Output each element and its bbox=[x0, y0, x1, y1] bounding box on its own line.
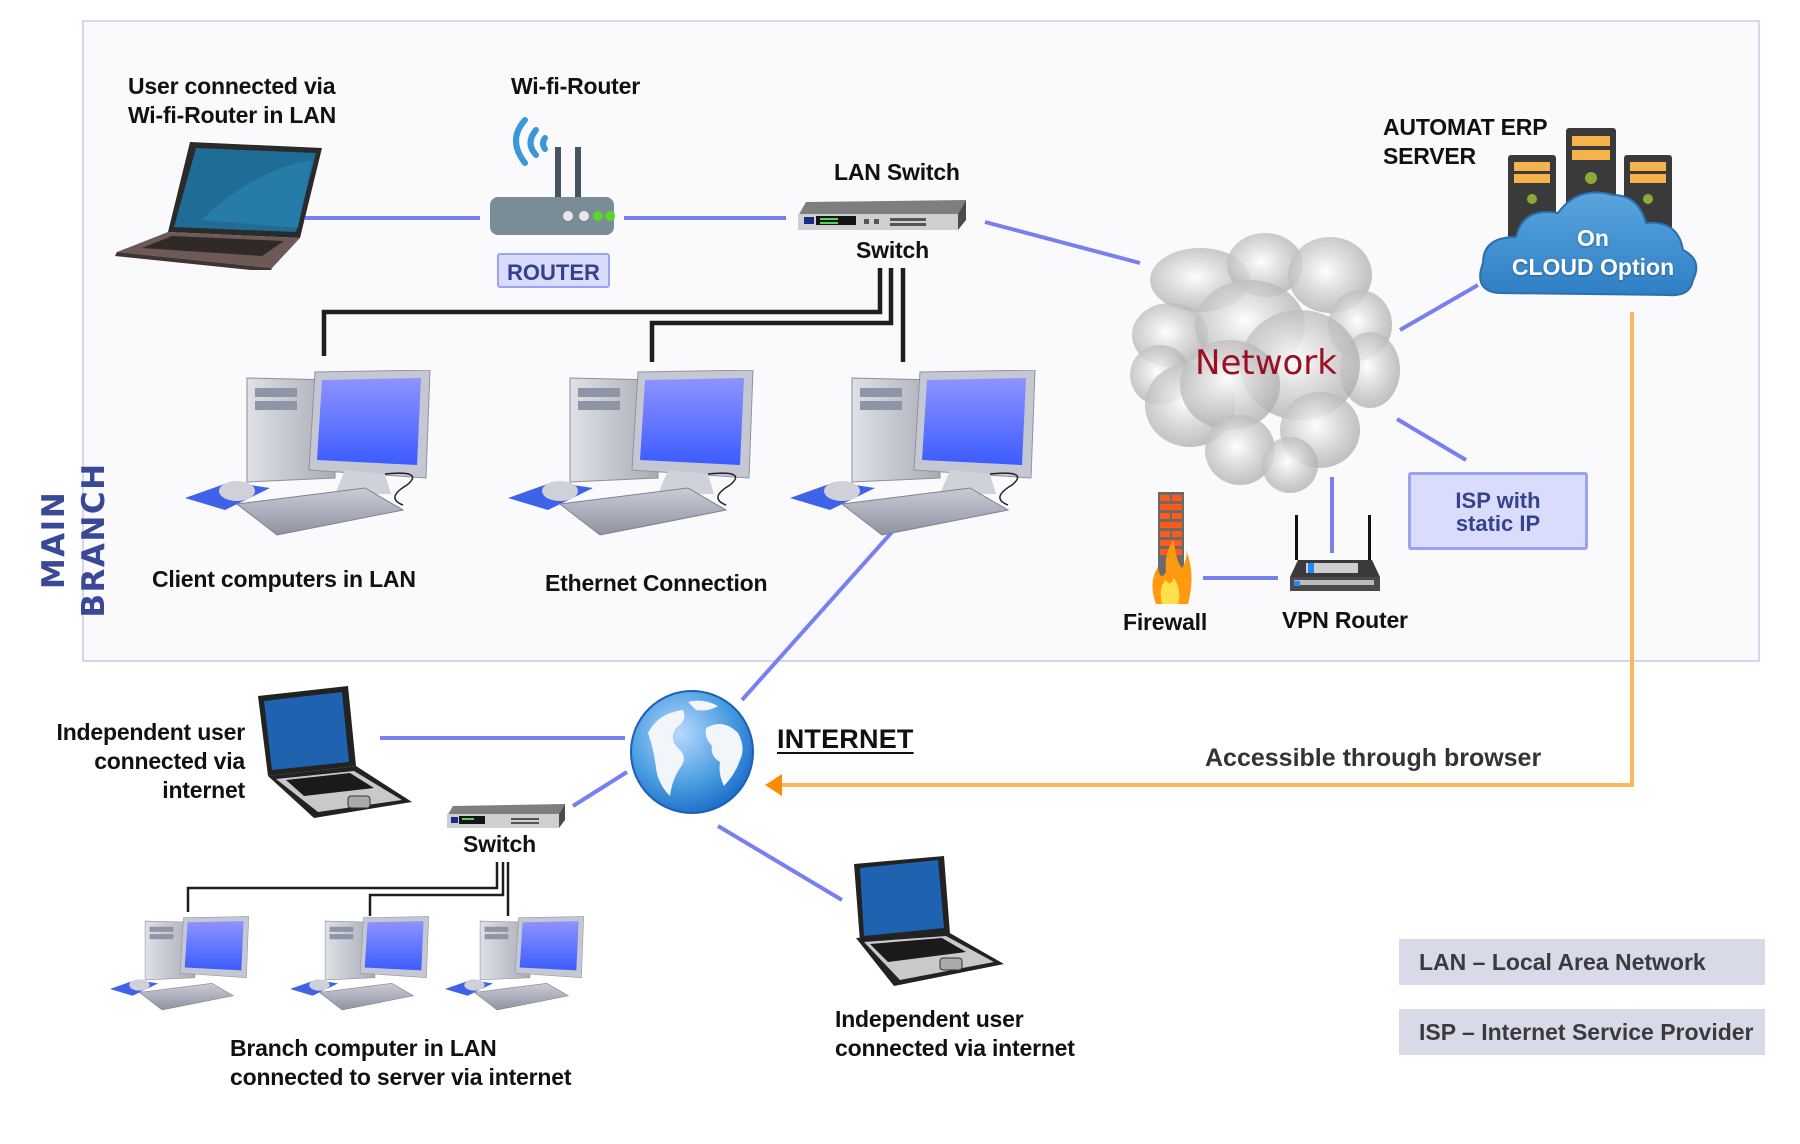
branch-computer-icon[interactable] bbox=[110, 915, 260, 1020]
browser-access-label: Accessible through browser bbox=[1205, 744, 1542, 772]
independent-user-left-line-2: connected via bbox=[94, 748, 245, 774]
switch-label: Switch bbox=[856, 237, 929, 263]
independent-laptop-icon[interactable] bbox=[256, 684, 414, 820]
internet-globe-icon[interactable] bbox=[628, 688, 756, 816]
independent-laptop-bottom-icon[interactable] bbox=[848, 852, 1008, 990]
lan-switch-label: LAN Switch bbox=[834, 159, 960, 185]
independent-user-bottom-line-1: Independent user bbox=[835, 1006, 1024, 1032]
branch-cables bbox=[186, 862, 510, 916]
independent-user-left-line-1: Independent user bbox=[56, 719, 246, 745]
cloud-option-label: On CLOUD Option bbox=[1478, 224, 1708, 282]
branch-label-line-1: Branch computer in LAN bbox=[230, 1035, 497, 1061]
lan-switch-icon[interactable] bbox=[796, 194, 968, 234]
branch-switch-icon[interactable] bbox=[447, 800, 567, 830]
independent-user-bottom-label: Independent user connected via internet bbox=[835, 1005, 1075, 1063]
link-switch-network bbox=[984, 220, 1141, 265]
firewall-icon[interactable] bbox=[1148, 492, 1193, 608]
branch-computer-icon[interactable] bbox=[445, 915, 595, 1020]
firewall-label: Firewall bbox=[1123, 609, 1208, 635]
cable-pc2 bbox=[649, 268, 894, 362]
branch-computers-label: Branch computer in LAN connected to serv… bbox=[230, 1034, 571, 1092]
independent-user-bottom-line-2: connected via internet bbox=[835, 1035, 1075, 1061]
browser-access-arrowhead bbox=[765, 774, 782, 796]
legend-isp: ISP – Internet Service Provider bbox=[1399, 1009, 1765, 1055]
laptop-user-label: User connected via Wi-fi-Router in LAN bbox=[128, 72, 336, 130]
client-computer-icon[interactable] bbox=[790, 370, 1055, 550]
client-computers-label: Client computers in LAN bbox=[152, 566, 416, 592]
cloud-label-line-2: CLOUD Option bbox=[1511, 254, 1675, 280]
branch-cable-1 bbox=[186, 862, 499, 912]
vpn-router-icon[interactable] bbox=[1286, 515, 1384, 595]
independent-user-left-line-3: internet bbox=[162, 777, 245, 803]
link-network-server bbox=[1399, 283, 1479, 332]
laptop-user-label-line-2: Wi-fi-Router in LAN bbox=[128, 102, 337, 128]
branch-switch-label: Switch bbox=[463, 831, 536, 857]
laptop-user-label-line-1: User connected via bbox=[128, 73, 336, 99]
wifi-router-icon[interactable] bbox=[485, 105, 620, 237]
erp-server-label-line-1: AUTOMAT ERP bbox=[1383, 114, 1548, 140]
cloud-label-line-1: On bbox=[1577, 225, 1609, 251]
branch-label-line-2: connected to server via internet bbox=[230, 1064, 572, 1090]
legend-lan: LAN – Local Area Network bbox=[1399, 939, 1765, 985]
vpn-router-label: VPN Router bbox=[1282, 607, 1408, 633]
network-label: Network bbox=[1195, 343, 1337, 383]
ethernet-cables bbox=[321, 268, 906, 362]
client-computer-icon[interactable] bbox=[185, 370, 450, 550]
branch-computer-icon[interactable] bbox=[290, 915, 440, 1020]
isp-label-line-1: ISP with bbox=[1455, 488, 1541, 513]
isp-box: ISP with static IP bbox=[1408, 472, 1588, 550]
isp-label-line-2: static IP bbox=[1455, 511, 1541, 536]
independent-user-left-label: Independent user connected via internet bbox=[30, 718, 246, 805]
erp-server-label-line-2: SERVER bbox=[1383, 143, 1476, 169]
client-computer-icon[interactable] bbox=[508, 370, 773, 550]
link-branch-switch-internet bbox=[571, 770, 629, 808]
ethernet-connection-label: Ethernet Connection bbox=[545, 570, 768, 596]
erp-server-label: AUTOMAT ERP SERVER bbox=[1383, 113, 1548, 171]
link-pc-internet bbox=[740, 530, 894, 702]
link-network-isp bbox=[1395, 417, 1468, 462]
internet-label: INTERNET bbox=[777, 724, 914, 754]
wifi-router-label: Wi-fi-Router bbox=[511, 73, 640, 99]
router-tag: ROUTER bbox=[497, 253, 610, 288]
laptop-icon[interactable] bbox=[112, 140, 327, 270]
link-internet-laptop-bottom bbox=[716, 824, 844, 902]
